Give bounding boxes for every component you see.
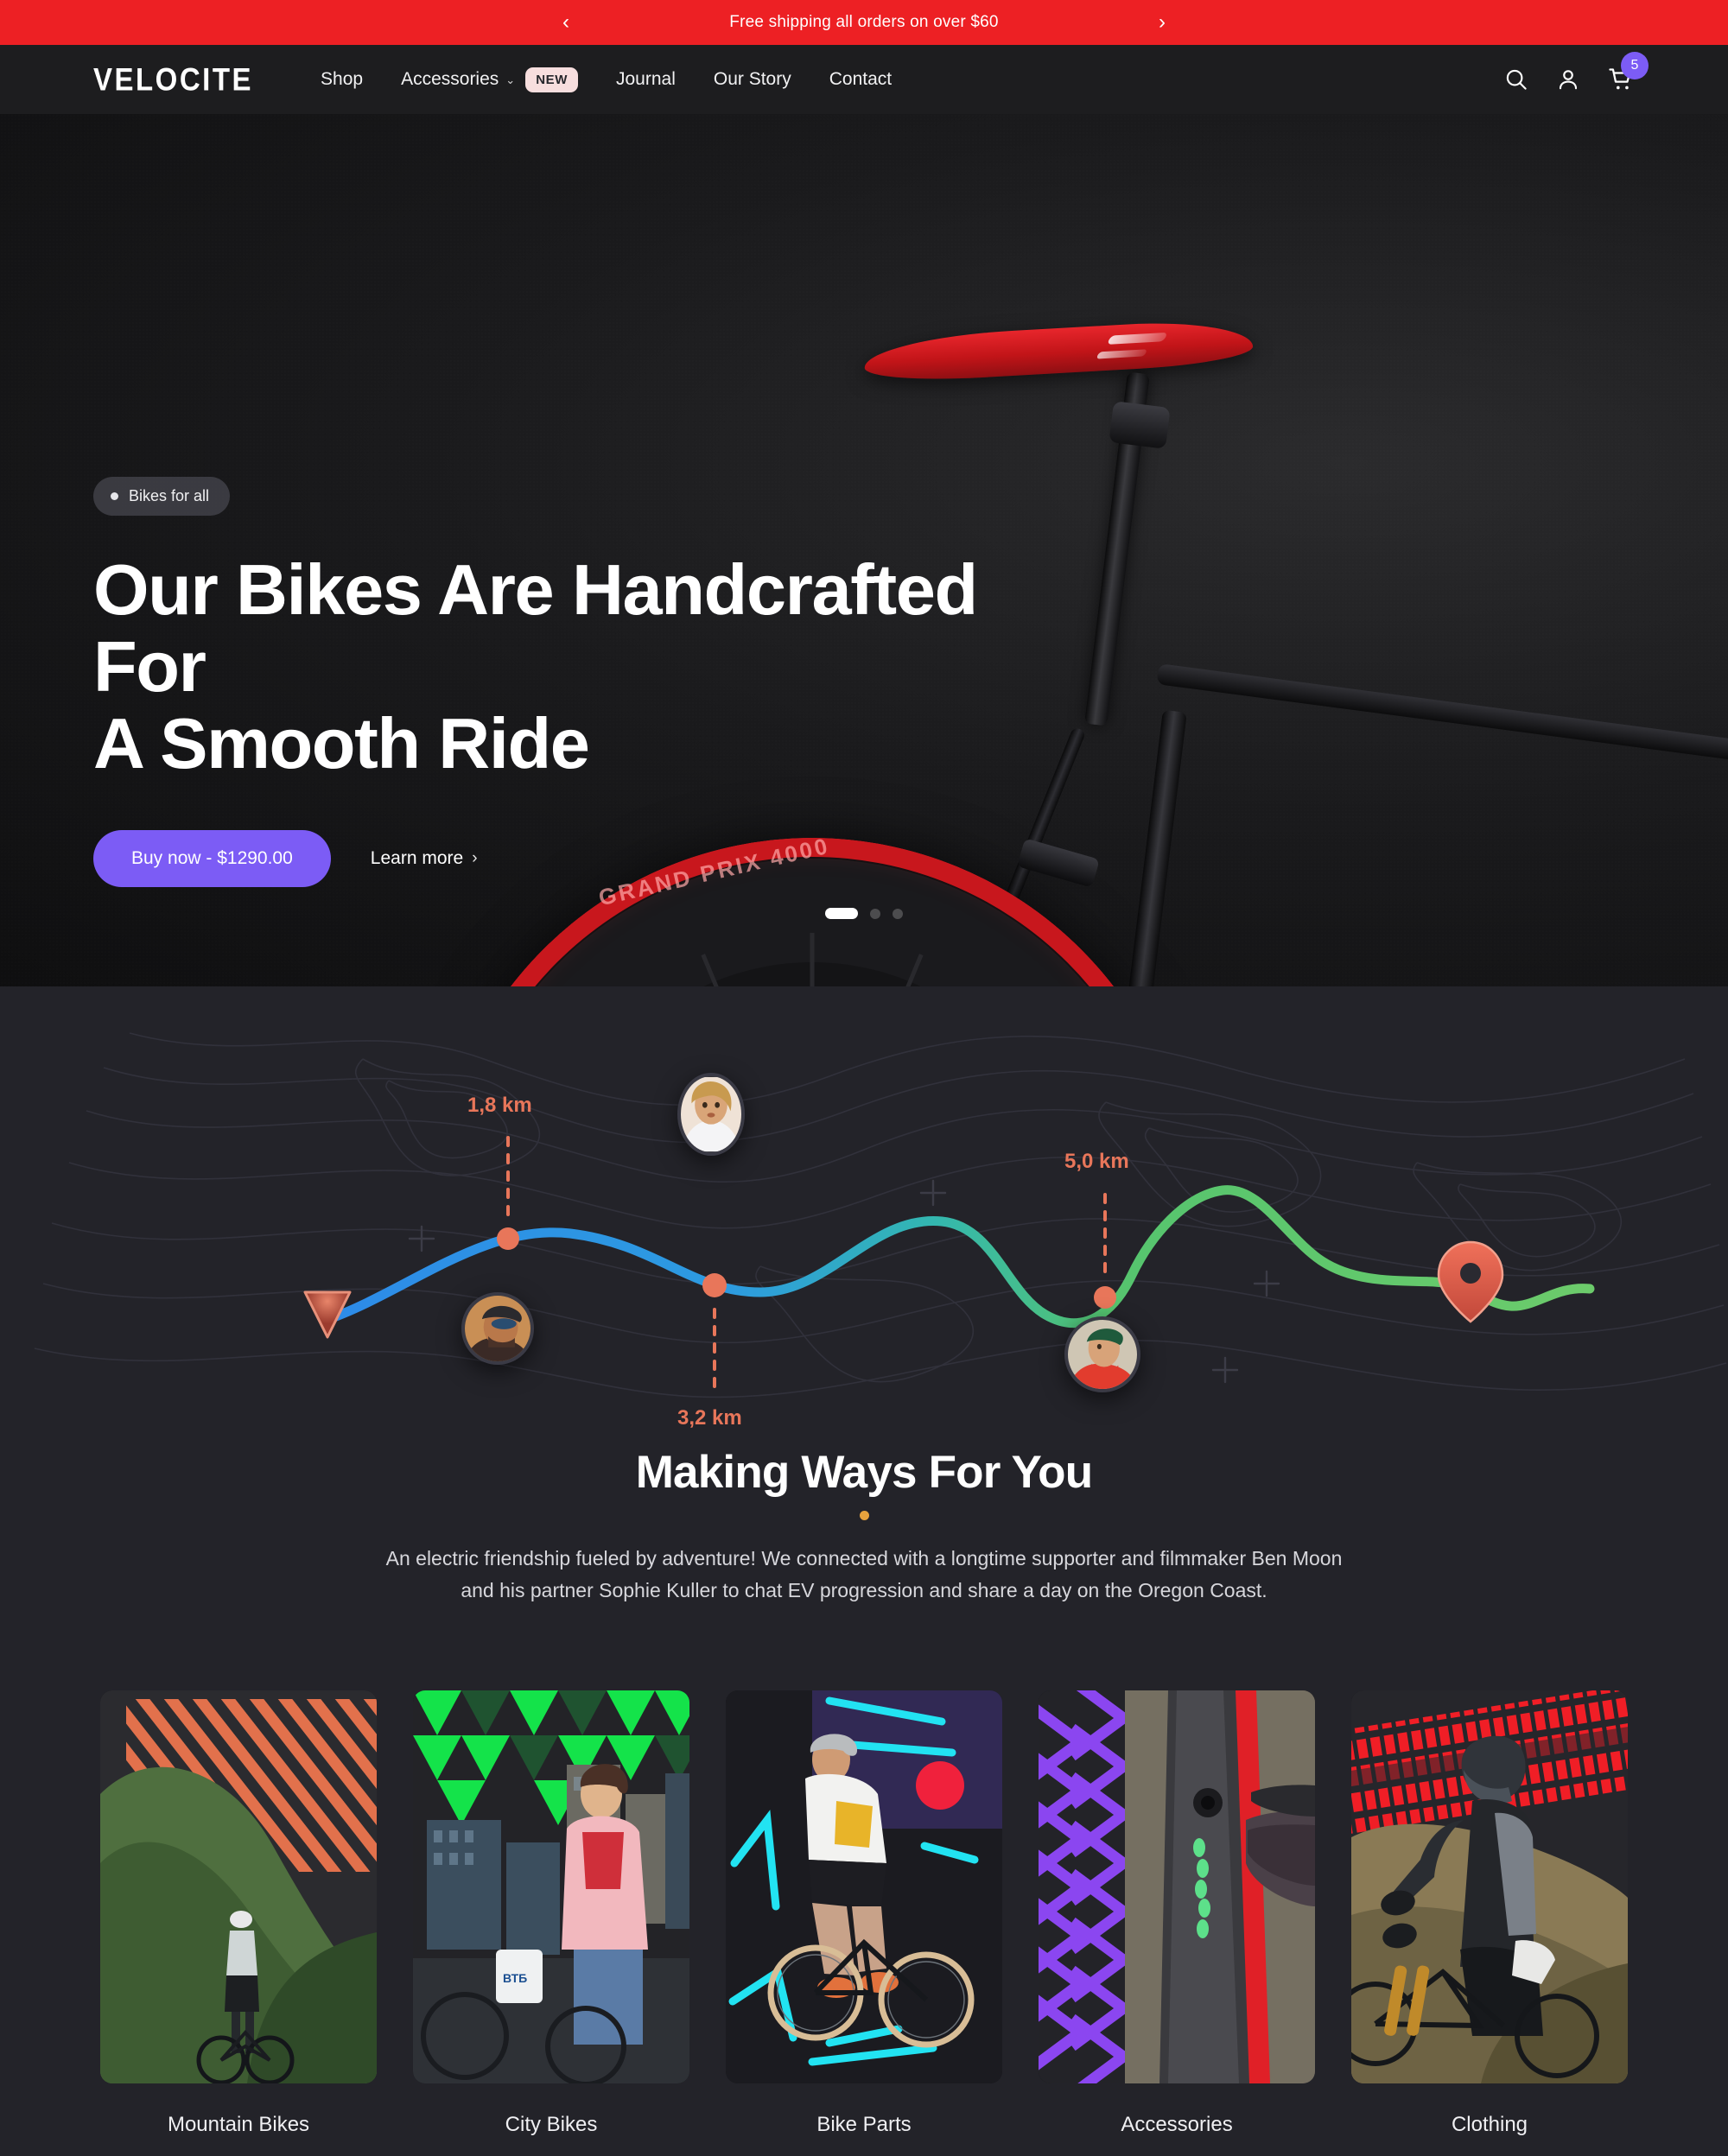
- waypoint-3: [1094, 1286, 1116, 1309]
- search-icon[interactable]: [1503, 67, 1529, 92]
- hero-eyebrow-label: Bikes for all: [129, 487, 210, 504]
- chevron-right-icon[interactable]: ›: [1149, 10, 1175, 35]
- distance-label-3: 5,0 km: [1064, 1150, 1129, 1173]
- carousel-dot-1[interactable]: [825, 908, 858, 919]
- category-card-city-bikes[interactable]: ВТБ City Bikes: [413, 1690, 689, 2137]
- category-label: Bike Parts: [816, 2112, 912, 2136]
- avatar[interactable]: [677, 1073, 745, 1156]
- svg-text:ВТБ: ВТБ: [503, 1971, 527, 1985]
- header-actions: 5: [1503, 52, 1649, 93]
- section-paragraph: An electric friendship fueled by adventu…: [385, 1547, 1343, 1602]
- nav-label: Accessories: [401, 69, 499, 89]
- dot-icon: [111, 492, 118, 500]
- nav-label: Contact: [829, 69, 893, 89]
- category-image: [1039, 1690, 1315, 2083]
- announcement-bar: ‹ Free shipping all orders on over $60 ›: [0, 0, 1728, 45]
- nav-label: Shop: [321, 69, 364, 89]
- hero-title-line-1: Our Bikes Are Handcrafted For: [93, 549, 978, 707]
- hero-cta-row: Buy now - $1290.00 Learn more ›: [93, 830, 1078, 888]
- nav-item-shop[interactable]: Shop: [302, 69, 382, 90]
- nav-label: Our Story: [713, 69, 791, 89]
- distance-label-2: 3,2 km: [677, 1406, 742, 1430]
- hero-section: GRAND PRIX 4000 Bikes for all Our Bikes …: [0, 114, 1728, 986]
- avatar[interactable]: [461, 1292, 534, 1365]
- category-card-mountain-bikes[interactable]: Mountain Bikes: [100, 1690, 377, 2137]
- category-label: Accessories: [1121, 2112, 1233, 2136]
- carousel-dot-3[interactable]: [893, 908, 903, 919]
- category-label: Clothing: [1451, 2112, 1528, 2136]
- distance-label-1: 1,8 km: [467, 1094, 532, 1117]
- nav-item-accessories[interactable]: Accessories ⌄ NEW: [382, 67, 597, 92]
- bottom-panels: [0, 2137, 1728, 2156]
- hero-eyebrow-pill: Bikes for all: [93, 477, 231, 516]
- nav-item-our-story[interactable]: Our Story: [695, 69, 810, 90]
- category-image: ВТБ: [413, 1690, 689, 2083]
- cart-icon[interactable]: 5: [1607, 52, 1649, 93]
- category-image: [100, 1690, 377, 2083]
- user-icon[interactable]: [1555, 67, 1581, 92]
- chevron-right-icon: ›: [472, 849, 478, 868]
- hero-content: Bikes for all Our Bikes Are Handcrafted …: [93, 477, 1078, 888]
- trail-map-section: 1,8 km 3,2 km 5,0 km Making Ways For You…: [0, 986, 1728, 2156]
- logo[interactable]: VELOCITE: [93, 61, 253, 98]
- learn-more-label: Learn more: [370, 848, 464, 869]
- avatar[interactable]: [1064, 1316, 1140, 1392]
- chevron-left-icon[interactable]: ‹: [553, 10, 579, 35]
- section-heading: Making Ways For You: [635, 1447, 1093, 1498]
- announcement-text: Free shipping all orders on over $60: [729, 13, 999, 31]
- nav-item-journal[interactable]: Journal: [597, 69, 695, 90]
- new-badge: NEW: [525, 67, 578, 92]
- category-card-bike-parts[interactable]: Bike Parts: [726, 1690, 1002, 2137]
- main-nav: Shop Accessories ⌄ NEW Journal Our Story…: [302, 67, 911, 92]
- page-title: Our Bikes Are Handcrafted For A Smooth R…: [93, 549, 1078, 783]
- category-card-clothing[interactable]: Clothing: [1351, 1690, 1628, 2137]
- nav-label: Journal: [615, 69, 676, 89]
- destination-pin-icon: [1437, 1240, 1504, 1323]
- trail-map: 1,8 km 3,2 km 5,0 km: [0, 1007, 1728, 1430]
- site-header: VELOCITE Shop Accessories ⌄ NEW Journal …: [0, 45, 1728, 114]
- hero-carousel-dots: [825, 908, 903, 919]
- buy-now-button[interactable]: Buy now - $1290.00: [93, 830, 331, 888]
- category-label: Mountain Bikes: [167, 2112, 310, 2136]
- waypoint-2: [702, 1273, 727, 1297]
- cart-count-badge: 5: [1621, 52, 1649, 79]
- trail-map-graphic: [34, 1032, 1727, 1398]
- wheel-spoke: [810, 933, 815, 986]
- chevron-down-icon: ⌄: [505, 73, 516, 86]
- learn-more-link[interactable]: Learn more ›: [371, 848, 478, 869]
- category-image: [726, 1690, 1002, 2083]
- nav-item-contact[interactable]: Contact: [810, 69, 911, 90]
- category-card-accessories[interactable]: Accessories: [1039, 1690, 1315, 2137]
- hero-title-line-2: A Smooth Ride: [93, 702, 590, 783]
- category-grid: Mountain Bikes ВТБ City Bikes Bike Parts…: [0, 1607, 1728, 2137]
- carousel-dot-2[interactable]: [870, 908, 880, 919]
- category-label: City Bikes: [505, 2112, 598, 2136]
- accent-dot-icon: [859, 1511, 869, 1520]
- intro-block: Making Ways For You An electric friendsh…: [0, 1422, 1728, 1607]
- category-image: [1351, 1690, 1628, 2083]
- waypoint-1: [497, 1227, 519, 1250]
